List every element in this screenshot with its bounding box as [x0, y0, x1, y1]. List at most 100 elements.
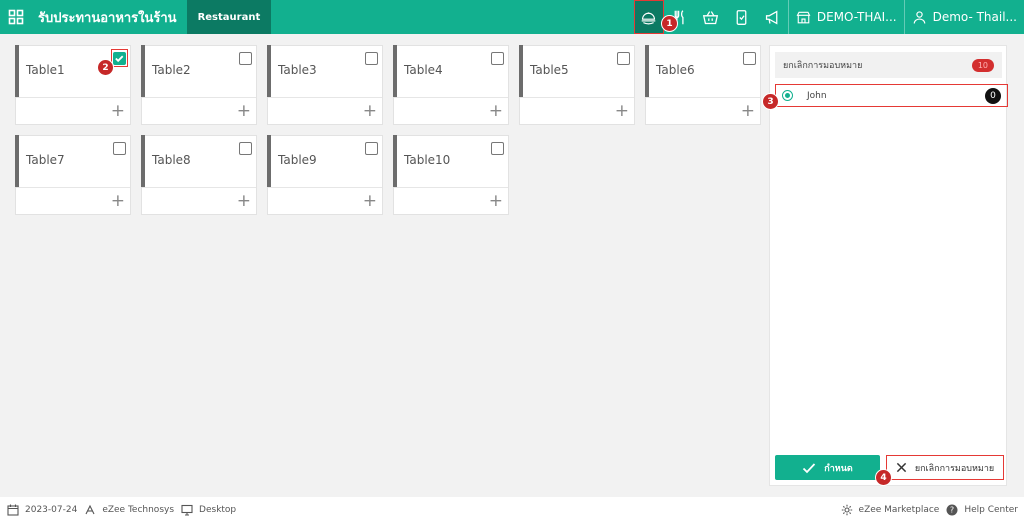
panel-heading: ยกเลิกการมอบหมาย 10: [775, 52, 1002, 78]
close-icon: [896, 462, 906, 473]
table-checkbox[interactable]: [617, 52, 630, 65]
table-status-bar: [141, 45, 145, 97]
add-order-icon[interactable]: +: [615, 100, 629, 122]
table-name: Table4: [404, 63, 443, 77]
card-divider: [142, 187, 256, 188]
table-checkbox[interactable]: [491, 52, 504, 65]
check-icon: [803, 462, 816, 473]
table-card[interactable]: Table8 +: [141, 135, 257, 215]
table-card[interactable]: Table3 +: [267, 45, 383, 125]
table-status-bar: [267, 45, 271, 97]
footer-device: Desktop: [181, 504, 236, 516]
table-status-bar: [393, 45, 397, 97]
step-marker: 3: [762, 93, 779, 110]
marketplace-link-text: eZee Marketplace: [858, 504, 940, 515]
add-order-icon[interactable]: +: [741, 100, 755, 122]
waiter-assign-icon[interactable]: [633, 0, 664, 34]
help-icon: ?: [946, 504, 958, 515]
table-status-bar: [645, 45, 649, 97]
table-card[interactable]: Table10 +: [393, 135, 509, 215]
table-count-badge: 10: [971, 58, 994, 72]
table-name: Table8: [152, 153, 191, 167]
status-bar: 2023-07-24 eZee Technosys Desktop eZee M…: [0, 497, 1024, 522]
footer-company-text: eZee Technosys: [102, 504, 175, 515]
unassign-button[interactable]: ยกเลิกการมอบหมาย: [886, 455, 1004, 480]
company-icon: [85, 504, 95, 514]
step-marker: 2: [97, 59, 114, 76]
table-card[interactable]: Table6 +: [645, 45, 761, 125]
basket-icon[interactable]: [695, 0, 726, 34]
table-name: Table3: [278, 63, 317, 77]
card-divider: [646, 97, 760, 98]
table-card[interactable]: Table4 +: [393, 45, 509, 125]
card-divider: [394, 97, 508, 98]
marketplace-link[interactable]: eZee Marketplace: [841, 504, 940, 516]
top-bar: รับประทานอาหารในร้าน Restaurant DEMO-THA…: [0, 0, 1024, 34]
table-status-bar: [267, 135, 271, 187]
add-order-icon[interactable]: +: [237, 190, 251, 212]
calendar-icon: [7, 504, 19, 516]
table-checkbox[interactable]: [743, 52, 756, 65]
table-checkbox[interactable]: [239, 52, 252, 65]
card-divider: [16, 97, 130, 98]
table-status-bar: [519, 45, 523, 97]
megaphone-icon[interactable]: [757, 0, 788, 34]
footer-date-text: 2023-07-24: [25, 504, 78, 515]
table-card[interactable]: Table7 +: [15, 135, 131, 215]
table-name: Table5: [530, 63, 569, 77]
table-status-bar: [393, 135, 397, 187]
step-marker: 1: [661, 15, 678, 32]
card-divider: [142, 97, 256, 98]
table-name: Table6: [656, 63, 695, 77]
add-order-icon[interactable]: +: [111, 190, 125, 212]
card-divider: [520, 97, 634, 98]
mobile-order-icon[interactable]: [726, 0, 757, 34]
help-center-link[interactable]: ? Help Center: [946, 504, 1018, 516]
store-icon: [796, 11, 811, 23]
card-divider: [268, 187, 382, 188]
add-order-icon[interactable]: +: [237, 100, 251, 122]
add-order-icon[interactable]: +: [363, 190, 377, 212]
table-name: Table1: [26, 63, 65, 77]
property-name: DEMO-THAI...: [816, 10, 897, 24]
add-order-icon[interactable]: +: [363, 100, 377, 122]
table-status-bar: [141, 135, 145, 187]
waiter-assign-panel: ยกเลิกการมอบหมาย 10 John 0 กำหนด ยกเลิกก…: [769, 45, 1008, 486]
step-marker: 4: [875, 469, 892, 486]
table-name: Table10: [404, 153, 451, 167]
card-divider: [394, 187, 508, 188]
user-icon: [913, 10, 925, 24]
table-name: Table7: [26, 153, 65, 167]
add-order-icon[interactable]: +: [489, 100, 503, 122]
table-card[interactable]: Table5 +: [519, 45, 635, 125]
waiter-name: John: [807, 90, 827, 101]
table-name: Table2: [152, 63, 191, 77]
outlet-tab[interactable]: Restaurant: [186, 0, 272, 34]
waiter-radio[interactable]: [782, 90, 793, 101]
table-status-bar: [15, 45, 19, 97]
table-checkbox[interactable]: [365, 52, 378, 65]
table-name: Table9: [278, 153, 317, 167]
table-card[interactable]: Table2 +: [141, 45, 257, 125]
card-divider: [268, 97, 382, 98]
assign-button[interactable]: กำหนด: [775, 455, 880, 480]
desktop-icon: [181, 504, 193, 516]
assign-button-label: กำหนด: [824, 463, 853, 474]
table-checkbox[interactable]: [239, 142, 252, 155]
add-order-icon[interactable]: +: [111, 100, 125, 122]
table-checkbox[interactable]: [491, 142, 504, 155]
property-selector[interactable]: DEMO-THAI...: [789, 0, 904, 34]
waiter-option[interactable]: John 0: [775, 84, 1008, 107]
table-checkbox[interactable]: [113, 142, 126, 155]
user-menu[interactable]: Demo- Thail...: [905, 0, 1024, 34]
card-divider: [16, 187, 130, 188]
table-status-bar: [15, 135, 19, 187]
add-order-icon[interactable]: +: [489, 190, 503, 212]
grid-icon[interactable]: [0, 0, 32, 34]
help-center-link-text: Help Center: [964, 504, 1018, 515]
waiter-count-badge: 0: [985, 87, 1001, 104]
table-checkbox[interactable]: [365, 142, 378, 155]
app-title: รับประทานอาหารในร้าน: [38, 10, 177, 26]
svg-text:?: ?: [950, 505, 954, 514]
table-card[interactable]: Table9 +: [267, 135, 383, 215]
